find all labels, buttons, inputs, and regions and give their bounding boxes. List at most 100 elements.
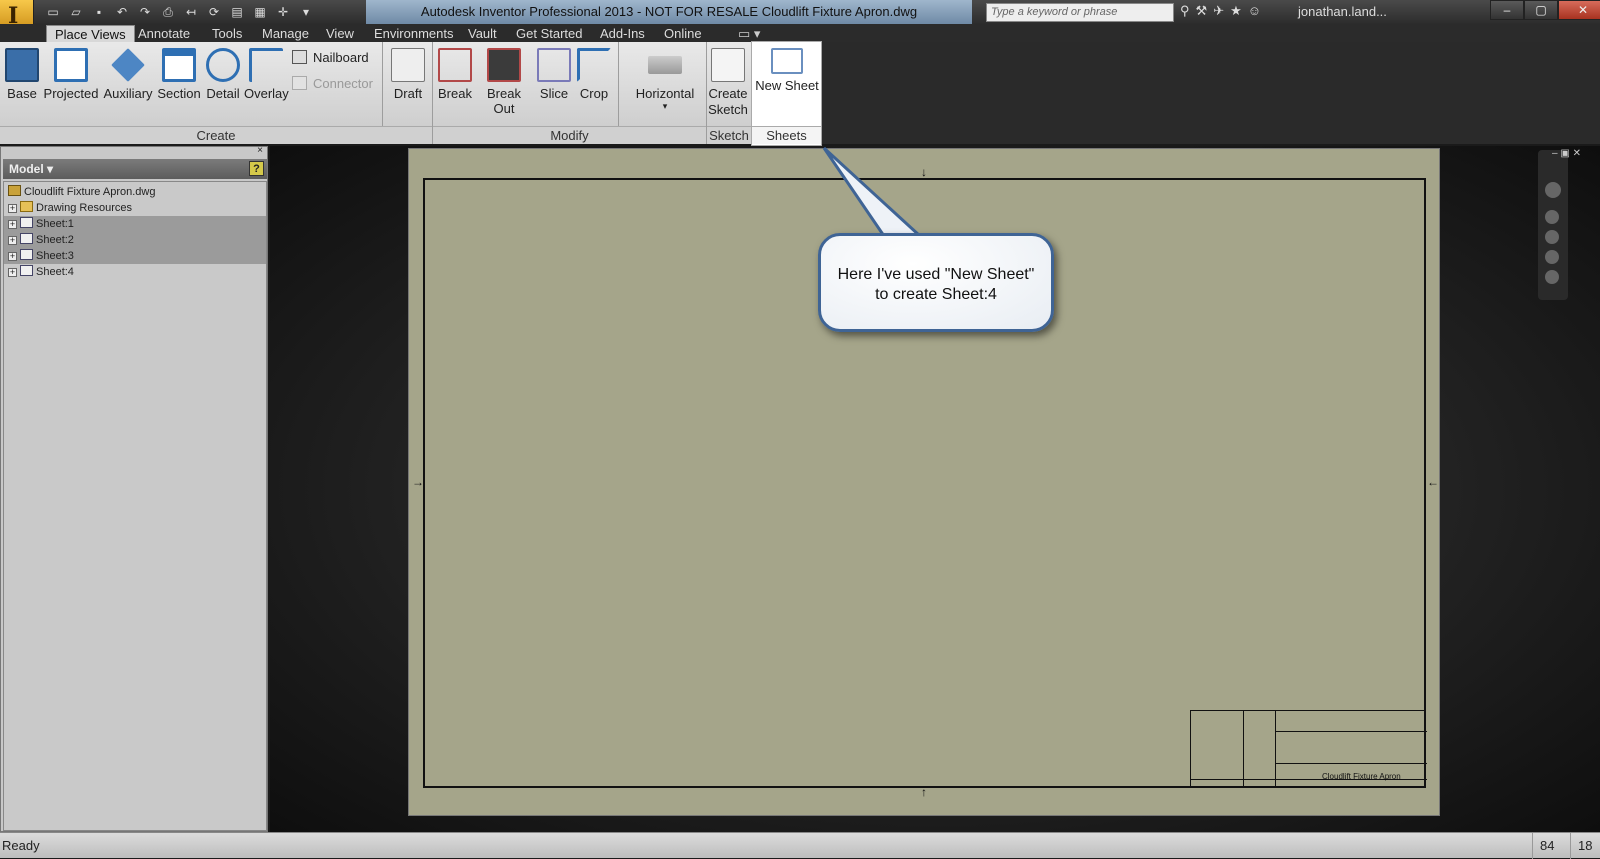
canvas-window-controls: – ▣ ✕ xyxy=(1552,148,1581,159)
title-block-divider xyxy=(1275,711,1276,788)
infocenter-tools: ⚲ ⚒ ✈ ★ ☺ xyxy=(1180,3,1261,19)
save-icon[interactable]: ▪ xyxy=(90,3,108,21)
tab-view[interactable]: View xyxy=(318,25,362,42)
status-divider xyxy=(1532,833,1533,859)
wrench-icon[interactable]: ⚒ xyxy=(1196,3,1208,19)
new-sheet-button[interactable]: New Sheet xyxy=(755,46,819,116)
star-icon[interactable]: ★ xyxy=(1230,3,1242,19)
projected-view-button[interactable]: Projected xyxy=(42,46,100,116)
break-button[interactable]: Break xyxy=(436,46,474,116)
tree-sheet-4[interactable]: + Sheet:4 xyxy=(8,264,270,280)
browser-tree: Cloudlift Fixture Apron.dwg + Drawing Res… xyxy=(3,181,267,831)
tree-sheet-1[interactable]: + Sheet:1 xyxy=(4,216,266,232)
close-icon[interactable]: ✕ xyxy=(1573,148,1581,159)
drawing-file-icon xyxy=(8,185,21,196)
orbit-icon[interactable] xyxy=(1545,270,1559,284)
nailboard-button[interactable]: Nailboard xyxy=(292,50,369,65)
satellite-icon[interactable]: ✈ xyxy=(1213,3,1224,19)
zoom-icon[interactable] xyxy=(1545,230,1559,244)
expand-icon[interactable]: + xyxy=(8,204,17,213)
ribbon-tab-bar: Place Views Annotate Tools Manage View E… xyxy=(0,24,1600,42)
auxiliary-view-button[interactable]: Auxiliary xyxy=(102,46,154,116)
base-view-button[interactable]: Base xyxy=(4,46,40,116)
tab-add-ins[interactable]: Add-Ins xyxy=(592,25,653,42)
tab-tools[interactable]: Tools xyxy=(204,25,250,42)
minimize-button[interactable]: – xyxy=(1490,0,1524,20)
select-icon[interactable]: ✛ xyxy=(274,3,292,21)
restore-icon[interactable]: ▣ xyxy=(1560,148,1569,159)
projects-icon[interactable]: ▦ xyxy=(251,3,269,21)
binoculars-icon[interactable]: ⚲ xyxy=(1180,3,1190,19)
detail-view-icon xyxy=(206,48,240,82)
draft-view-button[interactable]: Draft xyxy=(388,46,428,116)
tab-online[interactable]: Online xyxy=(656,25,710,42)
chevron-down-icon: ▾ xyxy=(662,101,668,111)
horizontal-button[interactable]: Horizontal ▾ xyxy=(630,46,700,116)
qat-dropdown-icon[interactable]: ▾ xyxy=(297,3,315,21)
undo-icon[interactable]: ↶ xyxy=(113,3,131,21)
detail-view-button[interactable]: Detail xyxy=(204,46,242,116)
status-text: Ready xyxy=(2,838,40,853)
browser-close-icon[interactable]: × xyxy=(257,145,263,156)
measure-icon[interactable]: ▤ xyxy=(228,3,246,21)
navigation-bar xyxy=(1538,150,1568,300)
pan-icon[interactable] xyxy=(1545,210,1559,224)
break-out-button[interactable]: Break Out xyxy=(476,46,532,116)
ribbon-options-icon[interactable]: ▭ ▾ xyxy=(730,25,768,42)
projected-view-icon xyxy=(54,48,88,82)
update-icon[interactable]: ⟳ xyxy=(205,3,223,21)
print-icon[interactable]: ⎙ xyxy=(159,3,177,21)
break-out-icon xyxy=(487,48,521,82)
redo-icon[interactable]: ↷ xyxy=(136,3,154,21)
tab-manage[interactable]: Manage xyxy=(254,25,317,42)
title-block-divider xyxy=(1243,711,1244,788)
status-count-1: 84 xyxy=(1540,838,1555,853)
tab-environments[interactable]: Environments xyxy=(366,25,461,42)
help-icon[interactable]: ? xyxy=(249,161,264,176)
sheets-panel: New Sheet Sheets xyxy=(751,41,822,146)
model-browser: × Model ▾ ? Cloudlift Fixture Apron.dwg … xyxy=(0,145,268,832)
status-divider xyxy=(1570,833,1571,859)
search-input[interactable]: Type a keyword or phrase xyxy=(986,3,1174,22)
chevron-down-icon[interactable]: ▾ xyxy=(44,162,53,176)
maximize-button[interactable]: ▢ xyxy=(1524,0,1558,20)
tab-vault[interactable]: Vault xyxy=(460,25,505,42)
return-icon[interactable]: ↤ xyxy=(182,3,200,21)
ribbon-empty-area xyxy=(822,42,1600,144)
tab-annotate[interactable]: Annotate xyxy=(130,25,198,42)
minimize-icon[interactable]: – xyxy=(1552,148,1558,159)
open-icon[interactable]: ▱ xyxy=(67,3,85,21)
tree-root[interactable]: Cloudlift Fixture Apron.dwg xyxy=(8,184,270,200)
title-block-drawing-name: Cloudlift Fixture Apron xyxy=(1322,772,1401,781)
crop-button[interactable]: Crop xyxy=(576,46,612,116)
section-view-button[interactable]: Section xyxy=(156,46,202,116)
expand-icon[interactable]: + xyxy=(8,268,17,277)
user-icon[interactable]: ☺ xyxy=(1248,3,1261,19)
sheet-icon xyxy=(20,249,33,260)
status-count-2: 18 xyxy=(1578,838,1593,853)
tree-sheet-3[interactable]: + Sheet:3 xyxy=(4,248,266,264)
browser-title-dropdown[interactable]: Model xyxy=(9,162,44,176)
draft-view-icon xyxy=(391,48,425,82)
tab-place-views[interactable]: Place Views xyxy=(46,25,135,42)
connector-button: Connector xyxy=(292,76,373,91)
section-view-icon xyxy=(162,48,196,82)
slice-button[interactable]: Slice xyxy=(534,46,574,116)
close-button[interactable]: ✕ xyxy=(1558,0,1600,20)
expand-icon[interactable]: + xyxy=(8,220,17,229)
tree-drawing-resources[interactable]: + Drawing Resources xyxy=(8,200,270,216)
tab-get-started[interactable]: Get Started xyxy=(508,25,590,42)
steering-wheel-icon[interactable] xyxy=(1545,182,1561,198)
new-icon[interactable]: ▭ xyxy=(44,3,62,21)
username[interactable]: jonathan.land... xyxy=(1298,4,1387,19)
auxiliary-view-icon xyxy=(111,48,145,82)
title-block-divider xyxy=(1276,763,1427,764)
create-sketch-button[interactable]: Create Sketch xyxy=(708,46,748,117)
zoom-window-icon[interactable] xyxy=(1545,250,1559,264)
create-sketch-icon xyxy=(711,48,745,82)
expand-icon[interactable]: + xyxy=(8,236,17,245)
nailboard-icon xyxy=(292,50,307,64)
tree-sheet-2[interactable]: + Sheet:2 xyxy=(4,232,266,248)
overlay-view-button[interactable]: Overlay xyxy=(244,46,289,116)
expand-icon[interactable]: + xyxy=(8,252,17,261)
